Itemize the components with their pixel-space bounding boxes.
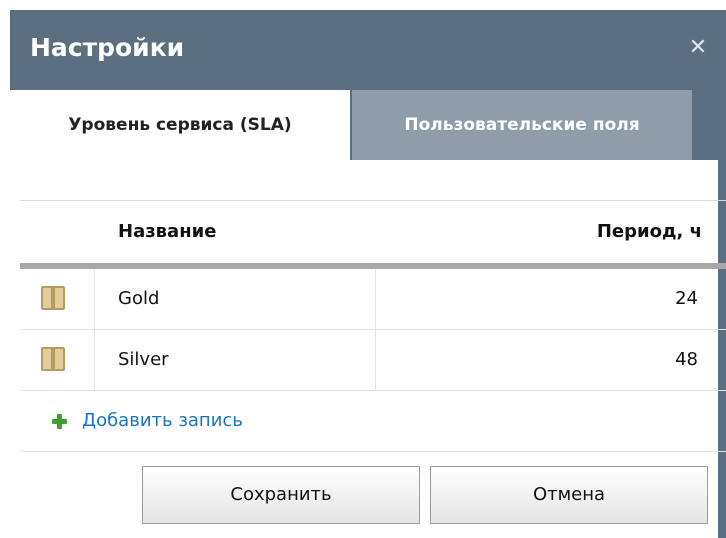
tab-custom-fields[interactable]: Пользовательские поля [352,90,692,160]
column-header-name[interactable]: Название [118,201,216,263]
box-icon [41,286,65,310]
cell-divider [375,330,376,390]
add-record-link[interactable]: Добавить запись [82,391,243,451]
table-row[interactable]: Gold 24 [20,269,726,330]
close-icon[interactable]: ✕ [686,36,710,60]
table-header: Название Период, ч [20,200,726,263]
sla-table: Название Период, ч Gold 24 Silver 48 Доб… [20,200,726,452]
row-period: 24 [675,288,698,309]
box-icon [41,347,65,371]
row-name: Gold [118,288,160,309]
row-period: 48 [675,349,698,370]
cell-divider [375,269,376,329]
cancel-button[interactable]: Отмена [430,466,708,524]
plus-icon[interactable] [52,414,67,429]
row-icon-cell [20,330,95,390]
dialog-title: Настройки [30,33,185,62]
add-record-row: Добавить запись [20,391,726,452]
row-icon-cell [20,269,95,329]
save-button[interactable]: Сохранить [142,466,420,524]
tab-sla[interactable]: Уровень сервиса (SLA) [10,90,350,160]
row-name: Silver [118,349,169,370]
table-row[interactable]: Silver 48 [20,330,726,391]
column-header-period[interactable]: Период, ч [597,201,702,263]
